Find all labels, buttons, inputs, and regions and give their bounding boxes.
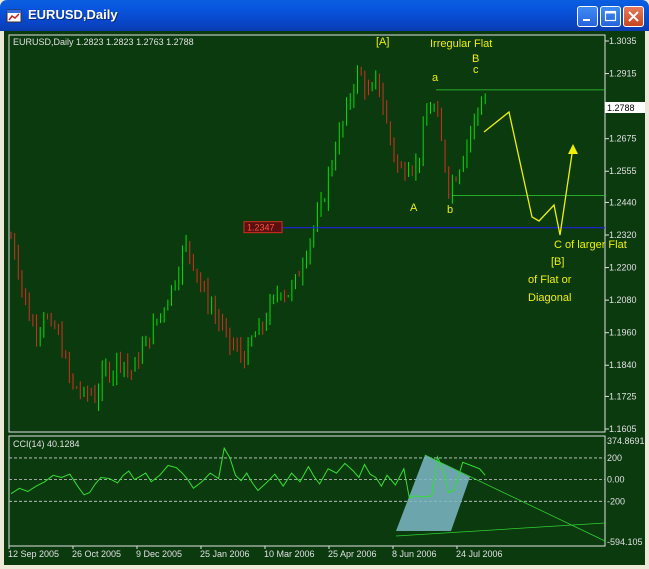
cci-tick-label: 374.8691 <box>607 436 645 446</box>
price-tick-label: 1.2440 <box>609 197 637 207</box>
cci-tick-label: -200 <box>607 496 625 506</box>
price-tick-label: 1.1605 <box>609 424 637 434</box>
chart-window: EURUSD,Daily EURUSD,Daily 1.2823 1.2823 … <box>0 0 649 569</box>
cci-tick-label: 200 <box>607 453 622 463</box>
date-tick-label: 26 Oct 2005 <box>72 549 121 559</box>
cci-panel-header: CCI(14) 40.1284 <box>13 439 80 449</box>
price-chart[interactable]: EURUSD,Daily 1.2823 1.2823 1.2763 1.2788… <box>4 31 645 565</box>
window-title: EURUSD,Daily <box>28 7 118 22</box>
current-price-label: 1.2788 <box>607 103 635 113</box>
label-of-flat-or: of Flat or <box>528 274 572 286</box>
projected-wave-path <box>483 110 574 236</box>
date-tick-label: 25 Jan 2006 <box>200 549 250 559</box>
date-tick-label: 25 Apr 2006 <box>328 549 377 559</box>
maximize-icon <box>604 10 617 22</box>
minimize-button[interactable] <box>577 6 598 27</box>
chart-window-icon[interactable] <box>6 8 22 24</box>
date-tick-label: 10 Mar 2006 <box>264 549 315 559</box>
main-panel-header: EURUSD,Daily 1.2823 1.2823 1.2763 1.2788 <box>13 37 194 47</box>
chart-area[interactable]: EURUSD,Daily 1.2823 1.2823 1.2763 1.2788… <box>4 31 645 565</box>
price-tick-label: 1.2080 <box>609 295 637 305</box>
label-wave-A: A <box>410 202 418 214</box>
price-tick-label: 1.2915 <box>609 69 637 79</box>
minimize-icon <box>583 19 590 21</box>
label-wave-c: c <box>473 64 479 76</box>
close-icon <box>628 11 639 22</box>
candles <box>10 65 486 411</box>
price-tick-label: 1.3035 <box>609 36 637 46</box>
date-axis: 12 Sep 2005 26 Oct 2005 9 Dec 2005 25 Jan 2… <box>8 546 503 559</box>
label-wave-b: b <box>447 204 453 216</box>
date-tick-label: 24 Jul 2006 <box>456 549 503 559</box>
label-wave-a: a <box>432 72 439 84</box>
price-tick-label: 1.1725 <box>609 391 637 401</box>
date-tick-label: 8 Jun 2006 <box>392 549 437 559</box>
price-tick-label: 1.2555 <box>609 166 637 176</box>
maximize-button[interactable] <box>600 6 621 27</box>
price-tick-label: 1.1840 <box>609 360 637 370</box>
date-tick-label: 12 Sep 2005 <box>8 549 59 559</box>
cci-axis: 374.8691 200 0.00 -200 -594.105 <box>607 436 645 547</box>
label-diagonal: Diagonal <box>528 292 571 304</box>
label-c-larger-flat: C of larger Flat <box>554 239 627 251</box>
main-panel-frame <box>8 34 606 433</box>
price-tick-label: 1.2200 <box>609 263 637 273</box>
title-bar[interactable]: EURUSD,Daily <box>0 0 649 31</box>
price-tick-label: 1.2675 <box>609 134 637 144</box>
cci-tick-label: 0.00 <box>607 475 625 485</box>
label-wave-B-bracket: [B] <box>551 256 564 268</box>
close-button[interactable] <box>623 6 644 27</box>
support-line-label: 1.2347 <box>247 223 275 233</box>
cci-tick-label: -594.105 <box>607 537 643 547</box>
date-tick-label: 9 Dec 2005 <box>136 549 182 559</box>
price-axis: 1.30351.29151.26751.25551.24401.23201.22… <box>605 36 637 434</box>
price-tick-label: 1.1960 <box>609 328 637 338</box>
projection-arrowhead <box>568 144 578 154</box>
cci-triangle-pattern <box>396 455 470 531</box>
cci-panel-frame <box>8 435 606 547</box>
label-irregular-flat: Irregular Flat <box>430 38 492 50</box>
label-wave-A-bracket: [A] <box>376 36 389 48</box>
